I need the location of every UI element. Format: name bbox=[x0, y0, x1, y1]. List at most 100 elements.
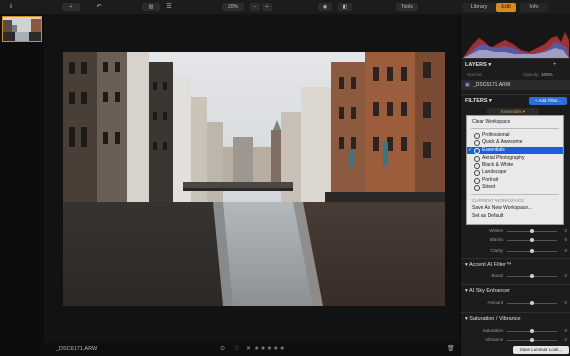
tab-edit[interactable]: Edit bbox=[496, 3, 516, 12]
slider-knob[interactable] bbox=[530, 301, 534, 305]
slider-blacks[interactable]: Blacks 0 bbox=[467, 236, 567, 244]
workspace-icon bbox=[474, 185, 480, 191]
workspace-item-label: Professional bbox=[482, 132, 510, 138]
blend-mode-dropdown[interactable]: Normal bbox=[467, 72, 482, 77]
add-layer-button[interactable]: + bbox=[553, 60, 557, 71]
accent-filter-title: Accent AI Filter™ bbox=[469, 262, 512, 268]
filmstrip bbox=[0, 14, 44, 356]
slider-amount[interactable]: Amount 0 bbox=[467, 299, 567, 307]
workspace-item-quick-awesome[interactable]: Quick & Awesome bbox=[467, 139, 563, 146]
sky-enhancer-title: AI Sky Enhancer bbox=[469, 288, 510, 294]
slider-value: 0 bbox=[564, 237, 567, 242]
workspace-item-label: Quick & Awesome bbox=[482, 139, 523, 145]
slider-knob[interactable] bbox=[530, 329, 534, 333]
workspace-item-essentials[interactable]: ✓ Essentials bbox=[467, 147, 563, 154]
checkmark-icon: ✓ bbox=[468, 147, 473, 153]
set-as-default-item[interactable]: Set as Default bbox=[472, 213, 503, 220]
sky-enhancer-header[interactable]: ▾ AI Sky Enhancer bbox=[461, 286, 570, 297]
zoom-value: 20% bbox=[227, 4, 238, 10]
divider bbox=[461, 58, 570, 59]
save-as-new-workspace-item[interactable]: Save As New Workspace... bbox=[472, 205, 532, 212]
slider-knob[interactable] bbox=[530, 229, 534, 233]
slider-label: Whites bbox=[489, 228, 503, 233]
star-rating[interactable]: ★★★★★ bbox=[254, 345, 286, 352]
tab-library[interactable]: Library bbox=[462, 3, 496, 12]
workspace-dropdown[interactable]: Essentials ▾ bbox=[487, 108, 539, 115]
slider-saturation[interactable]: Saturation 0 bbox=[467, 327, 567, 335]
zoom-out-button[interactable]: − bbox=[250, 3, 260, 11]
tools-label: Tools bbox=[401, 4, 413, 10]
clear-workspace-item[interactable]: Clear Workspace bbox=[472, 119, 510, 126]
divider bbox=[461, 258, 570, 259]
slider-value: 0 bbox=[564, 328, 567, 333]
add-images-label: + bbox=[69, 4, 73, 10]
save-luminar-look-button[interactable]: Save Luminar Look... bbox=[513, 346, 569, 354]
workspace-item-professional[interactable]: Professional bbox=[467, 132, 563, 139]
layer-row[interactable]: ▣ _DSC6171.ARW bbox=[461, 80, 570, 90]
heart-icon[interactable]: ♡ bbox=[234, 345, 239, 352]
tools-dropdown[interactable]: Tools bbox=[396, 3, 418, 11]
slider-boost[interactable]: Boost 0 bbox=[467, 272, 567, 280]
reject-icon[interactable]: ✕ bbox=[246, 345, 251, 352]
current-workspace-heading: CURRENT WORKSPACE bbox=[472, 198, 525, 203]
workspace-item-aerial[interactable]: Aerial Photography bbox=[467, 155, 563, 162]
slider-whites[interactable]: Whites 0 bbox=[467, 227, 567, 235]
add-filter-button[interactable]: + Add Filter... bbox=[529, 97, 567, 105]
opacity-value[interactable]: 100% bbox=[541, 72, 553, 77]
slider-vibrance[interactable]: Vibrance 0 bbox=[467, 336, 567, 344]
slider-clarity[interactable]: Clarity 0 bbox=[467, 247, 567, 255]
zoom-minus-label: − bbox=[253, 4, 257, 10]
saturation-header[interactable]: ▾ Saturation / Vibrance bbox=[461, 314, 570, 325]
slider-knob[interactable] bbox=[530, 338, 534, 342]
eye-icon: ◉ bbox=[322, 4, 328, 10]
filmstrip-thumbnail[interactable] bbox=[2, 16, 42, 42]
delete-icon[interactable]: 🗑 bbox=[447, 345, 455, 352]
slider-value: 0 bbox=[564, 300, 567, 305]
add-images-button[interactable]: + bbox=[62, 3, 80, 11]
top-toolbar: ⇩ + ↶ ▥ ☰ 20% − + ◉ ◧ Tools Library Edit… bbox=[0, 0, 570, 15]
sidebar-toggle-button[interactable]: ▥ bbox=[142, 3, 160, 11]
workspace-item-label: Aerial Photography bbox=[482, 155, 525, 161]
flag-icon[interactable]: ⊙ bbox=[220, 345, 225, 352]
thumbnail-image bbox=[3, 17, 41, 41]
accent-filter-header[interactable]: ▾ Accent AI Filter™ bbox=[461, 260, 570, 271]
slider-label: Clarity bbox=[490, 248, 503, 253]
undo-icon[interactable]: ↶ bbox=[94, 3, 104, 11]
slider-label: Boost bbox=[491, 273, 503, 278]
tab-info[interactable]: Info bbox=[520, 3, 548, 12]
menu-divider bbox=[471, 128, 559, 129]
workspace-item-black-white[interactable]: Black & White bbox=[467, 162, 563, 169]
zoom-plus-label: + bbox=[265, 4, 269, 10]
slider-value: 0 bbox=[564, 273, 567, 278]
tab-edit-label: Edit bbox=[501, 4, 511, 10]
preview-eye-button[interactable]: ◉ bbox=[318, 3, 332, 11]
opacity-label: Opacity: bbox=[523, 72, 540, 77]
open-icon[interactable]: ⇩ bbox=[6, 3, 16, 11]
workspace-item-landscape[interactable]: Landscape bbox=[467, 169, 563, 176]
filename-label: _DSC6171.ARW bbox=[56, 346, 98, 352]
save-look-label: Save Luminar Look... bbox=[519, 347, 563, 352]
menu-divider bbox=[471, 194, 559, 195]
zoom-dropdown[interactable]: 20% bbox=[222, 3, 244, 11]
workspace-menu: Clear Workspace Professional Quick & Awe… bbox=[466, 115, 564, 225]
menu-icon[interactable]: ☰ bbox=[164, 3, 174, 11]
slider-knob[interactable] bbox=[530, 238, 534, 242]
tab-info-label: Info bbox=[529, 4, 539, 10]
slider-knob[interactable] bbox=[530, 249, 534, 253]
workspace-item-label: Street bbox=[482, 184, 496, 190]
zoom-in-button[interactable]: + bbox=[262, 3, 272, 11]
slider-label: Vibrance bbox=[485, 337, 503, 342]
workspace-icon bbox=[474, 140, 480, 146]
slider-value: 0 bbox=[564, 248, 567, 253]
main-photo[interactable] bbox=[63, 52, 445, 306]
slider-label: Amount bbox=[487, 300, 503, 305]
workspace-item-portrait[interactable]: Portrait bbox=[467, 177, 563, 184]
slider-knob[interactable] bbox=[530, 274, 534, 278]
workspace-item-street[interactable]: Street bbox=[467, 184, 563, 191]
histogram bbox=[461, 14, 570, 58]
compare-button[interactable]: ◧ bbox=[338, 3, 352, 11]
workspace-icon bbox=[474, 148, 480, 154]
slider-value: 0 bbox=[564, 228, 567, 233]
layer-name: _DSC6171.ARW bbox=[473, 82, 511, 88]
workspace-label: Essentials bbox=[500, 109, 522, 114]
